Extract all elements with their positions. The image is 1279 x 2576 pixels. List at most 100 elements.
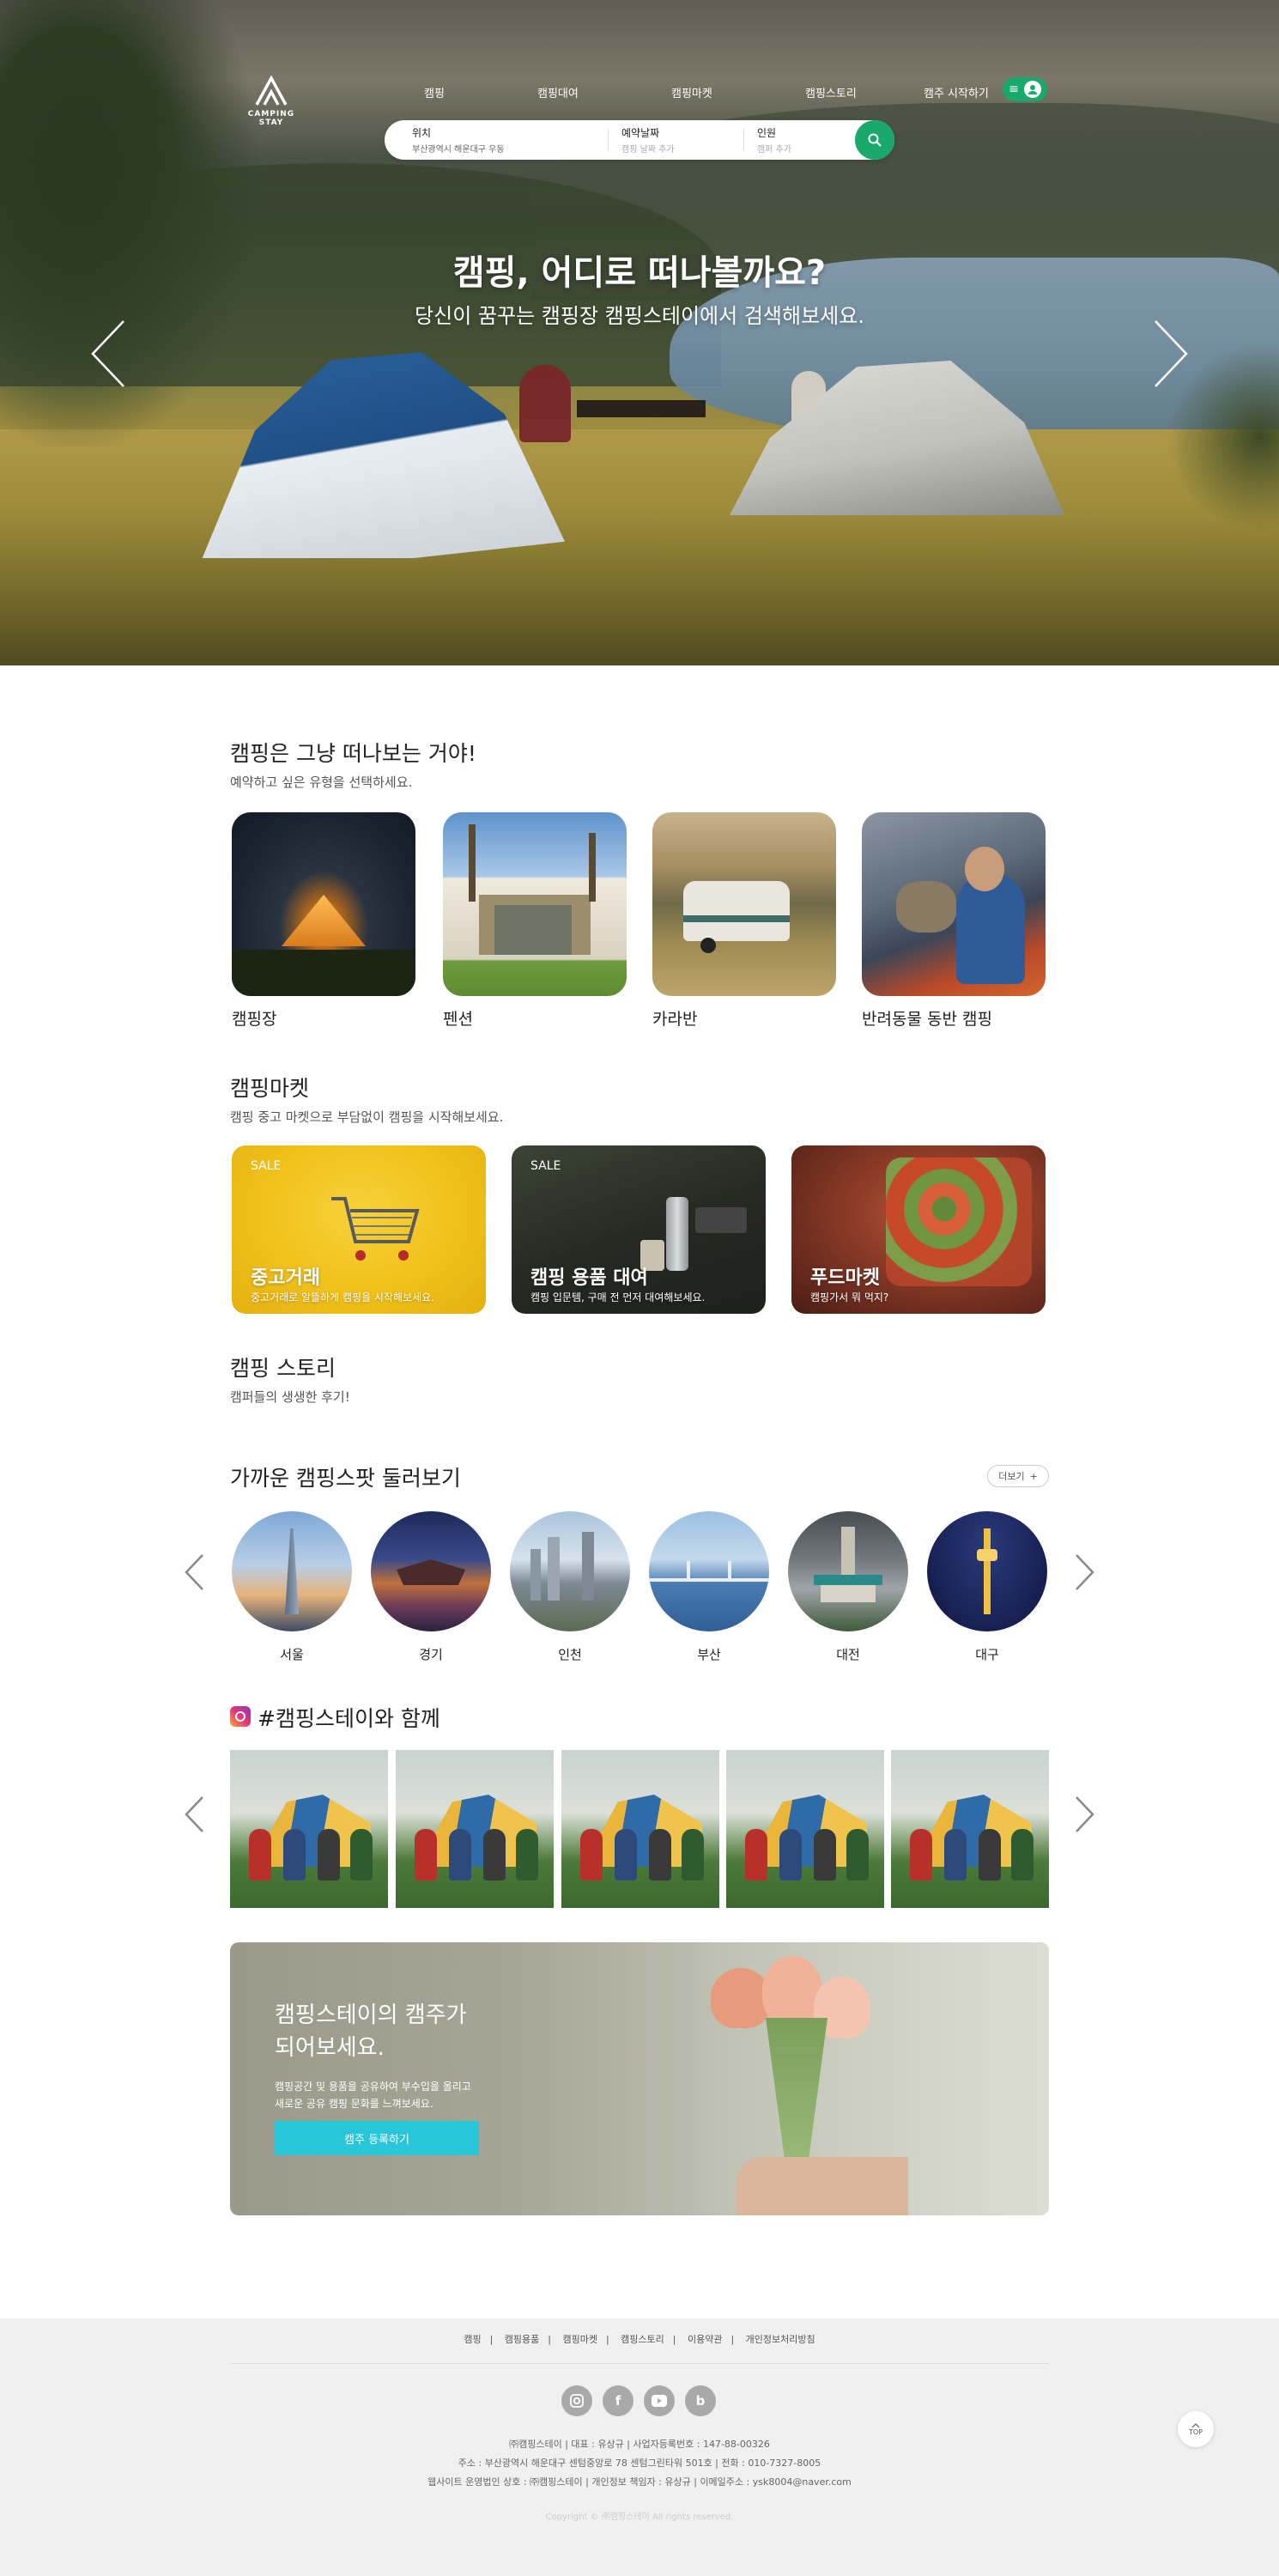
market-card-used[interactable]: SALE 중고거래 중고거래로 알뜰하게 캠핑을 시작해보세요. <box>232 1145 486 1314</box>
spot-image-busan[interactable] <box>649 1511 769 1631</box>
people-label: 인원 <box>757 127 777 139</box>
spots-next-arrow-icon[interactable] <box>1073 1552 1097 1592</box>
date-field[interactable]: 예약날짜 캠핑 날짜 추가 <box>621 125 675 155</box>
people-placeholder: 캠퍼 추가 <box>757 145 791 155</box>
instagram-photo[interactable] <box>396 1750 554 1908</box>
market-card-desc: 캠핑 입문템, 구매 전 먼저 대여해보세요. <box>530 1291 706 1303</box>
spot-label-incheon[interactable]: 인천 <box>510 1645 630 1663</box>
location-field[interactable]: 위치 부산광역시 해운대구 우동 <box>412 125 505 155</box>
nav-host-start[interactable]: 캠주 시작하기 <box>924 84 989 100</box>
hero-title: 캠핑, 어디로 떠나볼까요? <box>452 253 827 293</box>
date-label: 예약날짜 <box>621 127 660 139</box>
nav-market[interactable]: 캠핑마켓 <box>671 84 712 100</box>
story-desc: 캠퍼들의 생생한 후기! <box>230 1389 350 1405</box>
category-card-pension[interactable] <box>443 812 627 996</box>
footer-address: 주소 : 부산광역시 해운대구 센텀중앙로 78 센텀그린타워 501호 | 전… <box>458 2458 821 2469</box>
facebook-icon[interactable]: f <box>603 2385 633 2416</box>
footer-link-terms[interactable]: 이용약관 <box>688 2334 722 2345</box>
market-card-food[interactable]: 푸드마켓 캠핑가서 뭐 먹지? <box>791 1145 1046 1314</box>
category-card-pet[interactable] <box>862 812 1046 996</box>
spot-label-daejeon[interactable]: 대전 <box>788 1645 908 1663</box>
story-title: 캠핑 스토리 <box>230 1356 336 1381</box>
category-label-pension[interactable]: 펜션 <box>443 1006 473 1030</box>
logo[interactable]: CAMPING STAY <box>237 76 306 127</box>
market-desc: 캠핑 중고 마켓으로 부담없이 캠핑을 시작해보세요. <box>230 1109 504 1125</box>
spot-image-gyeonggi[interactable] <box>371 1511 491 1631</box>
category-label-pet[interactable]: 반려동물 동반 캠핑 <box>862 1006 992 1030</box>
instagram-icon[interactable] <box>561 2385 592 2416</box>
sale-badge: SALE <box>251 1159 282 1173</box>
search-icon <box>868 133 882 147</box>
market-card-desc: 중고거래로 알뜰하게 캠핑을 시작해보세요. <box>251 1291 434 1303</box>
category-label-campsite[interactable]: 캠핑장 <box>232 1006 276 1030</box>
instagram-icon <box>230 1706 251 1727</box>
spots-title: 가까운 캠핑스팟 둘러보기 <box>230 1466 461 1491</box>
market-card-rental[interactable]: SALE 캠핑 용품 대여 캠핑 입문템, 구매 전 먼저 대여해보세요. <box>512 1145 766 1314</box>
location-value: 부산광역시 해운대구 우동 <box>412 145 505 155</box>
instagram-photo[interactable] <box>561 1750 719 1908</box>
categories-title: 캠핑은 그냥 떠나보는 거야! <box>230 741 476 766</box>
spot-label-busan[interactable]: 부산 <box>649 1645 769 1663</box>
user-menu-button[interactable]: ≡ <box>1003 77 1047 101</box>
nav-camping[interactable]: 캠핑 <box>424 84 445 100</box>
categories-desc: 예약하고 싶은 유형을 선택하세요. <box>230 775 413 790</box>
sale-badge: SALE <box>530 1159 561 1173</box>
instagram-photo[interactable] <box>726 1750 884 1908</box>
instagram-photo[interactable] <box>891 1750 1049 1908</box>
spots-prev-arrow-icon[interactable] <box>182 1552 206 1592</box>
top-label: TOP <box>1188 2427 1203 2436</box>
market-card-title: 푸드마켓 <box>810 1267 880 1289</box>
people-field[interactable]: 인원 캠퍼 추가 <box>757 125 791 155</box>
footer-link-camping[interactable]: 캠핑 <box>464 2334 481 2345</box>
host-banner-desc: 캠핑공간 및 용품을 공유하여 부수입을 올리고 새로운 공유 캠핑 문화를 느… <box>275 2081 471 2110</box>
nav-story[interactable]: 캠핑스토리 <box>805 84 857 100</box>
host-register-button[interactable]: 캠주 등록하기 <box>275 2121 479 2155</box>
hero-subtitle: 당신이 꿈꾸는 캠핑장 캠핑스테이에서 검색해보세요. <box>415 304 864 328</box>
host-banner-title: 캠핑스테이의 캠주가 되어보세요. <box>275 2002 467 2061</box>
market-card-title: 캠핑 용품 대여 <box>530 1267 648 1289</box>
market-card-title: 중고거래 <box>251 1267 320 1289</box>
location-label: 위치 <box>412 127 432 139</box>
footer-links: 캠핑 | 캠핑용품 | 캠핑마켓 | 캠핑스토리 | 이용약관 | 개인정보처리방침 <box>464 2334 815 2345</box>
market-title: 캠핑마켓 <box>230 1076 310 1101</box>
search-bar: 위치 부산광역시 해운대구 우동 예약날짜 캠핑 날짜 추가 인원 캠퍼 추가 <box>385 120 894 160</box>
category-label-caravan[interactable]: 카라반 <box>652 1006 697 1030</box>
search-button[interactable] <box>855 120 894 160</box>
footer-operator: 웹사이트 운영법인 상호 : ㈜캠핑스테이 | 개인정보 책임자 : 유상규 |… <box>427 2476 852 2488</box>
spot-label-gyeonggi[interactable]: 경기 <box>371 1645 491 1663</box>
hamburger-icon: ≡ <box>1009 82 1019 96</box>
footer-link-privacy[interactable]: 개인정보처리방침 <box>746 2334 815 2345</box>
spot-image-incheon[interactable] <box>510 1511 630 1631</box>
spot-image-seoul[interactable] <box>232 1511 352 1631</box>
instagram-next-arrow-icon[interactable] <box>1073 1795 1097 1834</box>
date-placeholder: 캠핑 날짜 추가 <box>621 145 675 155</box>
more-button[interactable]: 더보기 + <box>987 1465 1049 1487</box>
hero-prev-arrow-icon[interactable] <box>89 319 127 388</box>
user-avatar-icon <box>1023 81 1041 98</box>
blog-icon[interactable]: b <box>685 2385 716 2416</box>
spot-label-seoul[interactable]: 서울 <box>232 1645 352 1663</box>
youtube-icon[interactable] <box>644 2385 675 2416</box>
footer-link-story[interactable]: 캠핑스토리 <box>621 2334 664 2345</box>
host-banner: 캠핑스테이의 캠주가 되어보세요. 캠핑공간 및 용품을 공유하여 부수입을 올… <box>230 1942 1049 2215</box>
shopping-cart-icon <box>326 1192 429 1269</box>
footer-copyright: Copyright © ㈜캠핑스테이 All rights reserved. <box>545 2512 734 2522</box>
instagram-photo[interactable] <box>230 1750 388 1908</box>
logo-text: CAMPING STAY <box>247 110 295 127</box>
back-to-top-button[interactable]: TOP <box>1178 2411 1214 2447</box>
footer-link-market[interactable]: 캠핑마켓 <box>562 2334 597 2345</box>
plus-icon: + <box>1029 1470 1038 1482</box>
category-card-campsite[interactable] <box>232 812 415 996</box>
footer-company-info: ㈜캠핑스테이 | 대표 : 유상규 | 사업자등록번호 : 147-88-003… <box>509 2439 770 2450</box>
instagram-prev-arrow-icon[interactable] <box>182 1795 206 1834</box>
footer-link-gear[interactable]: 캠핑용품 <box>505 2334 539 2345</box>
hero-next-arrow-icon[interactable] <box>1152 319 1190 388</box>
spot-label-daegu[interactable]: 대구 <box>927 1645 1047 1663</box>
market-card-desc: 캠핑가서 뭐 먹지? <box>810 1291 889 1303</box>
nav-rental[interactable]: 캠핑대여 <box>537 84 579 100</box>
spot-image-daejeon[interactable] <box>788 1511 908 1631</box>
category-card-caravan[interactable] <box>652 812 836 996</box>
spot-image-daegu[interactable] <box>927 1511 1047 1631</box>
hero-section <box>0 0 1279 665</box>
instagram-title: #캠핑스테이와 함께 <box>258 1706 440 1731</box>
